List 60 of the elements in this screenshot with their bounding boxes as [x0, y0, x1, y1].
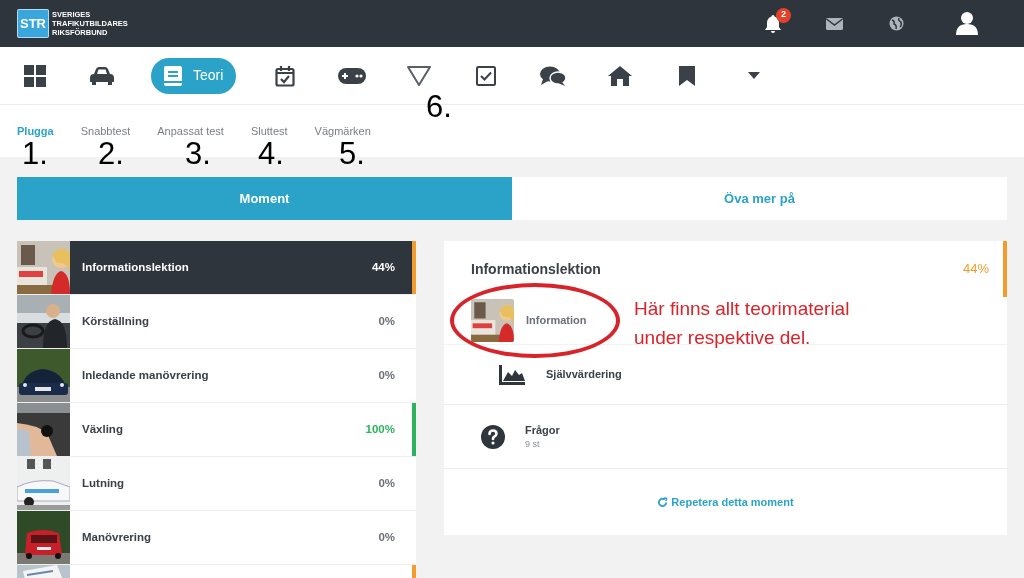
item-count: 9 st — [525, 438, 541, 451]
item-label[interactable]: Information — [526, 312, 587, 329]
moment-title: Inledande manövrering — [82, 367, 209, 383]
yield-sign-icon — [406, 64, 433, 87]
annotation-number: 6. — [426, 91, 452, 122]
calendar-check-icon — [275, 64, 296, 87]
moment-row[interactable]: Lutning 0% — [17, 457, 416, 510]
home-icon — [608, 65, 633, 86]
annotation-number: 3. — [185, 138, 211, 169]
gamepad-icon — [338, 67, 367, 84]
moment-percent: 100% — [365, 421, 395, 437]
moment-percent: 0% — [378, 313, 395, 329]
notification-badge: 2 — [776, 7, 791, 23]
mail-icon — [825, 17, 843, 30]
moment-title: Lutning — [82, 475, 125, 491]
annotation-number: 2. — [98, 138, 124, 169]
item-label[interactable]: Frågor — [525, 421, 560, 438]
detail-percent: 44% — [962, 260, 989, 279]
moment-percent: 44% — [371, 259, 395, 275]
segment-tab[interactable]: Moment — [17, 177, 512, 220]
logo-mark: STR — [17, 9, 49, 38]
car-icon — [90, 66, 114, 85]
subtab[interactable]: Plugga — [17, 122, 54, 140]
moment-title: Informationslektion — [82, 259, 189, 275]
bell-icon — [765, 14, 781, 33]
subtab[interactable]: Sluttest — [250, 122, 288, 140]
moment-percent: 0% — [378, 529, 395, 545]
user-icon — [956, 12, 978, 35]
book-icon — [164, 65, 182, 86]
annotation-number: 4. — [258, 138, 284, 169]
moment-title: Växling — [82, 421, 123, 437]
annotation-note: under respektive del. — [634, 326, 812, 350]
subtab[interactable]: Snabbtest — [80, 122, 131, 140]
grid-icon — [24, 64, 46, 87]
moment-title: Manövrering — [82, 529, 151, 545]
moment-percent: 0% — [378, 475, 395, 491]
item-label[interactable]: Självvärdering — [546, 366, 622, 383]
bookmark-icon — [679, 65, 696, 86]
moment-percent: 0% — [378, 367, 395, 383]
moment-row[interactable]: Informationslektion 44% — [17, 241, 416, 294]
annotation-note: Här finns allt teorimaterial — [634, 297, 850, 321]
globe-icon — [888, 16, 904, 31]
question-icon — [481, 424, 505, 449]
moment-title: Körställning — [82, 313, 150, 329]
refresh-icon — [657, 496, 669, 508]
caret-icon — [748, 72, 761, 79]
nav-tab[interactable]: Teori — [151, 57, 237, 94]
repeat-link[interactable]: Repetera detta moment — [657, 493, 794, 511]
subtab[interactable]: Anpassat test — [157, 122, 224, 140]
annotation-number: 1. — [22, 138, 48, 169]
segment-tab[interactable]: Öva mer på — [512, 177, 1007, 220]
moment-row[interactable]: Växling 100% — [17, 403, 416, 456]
moment-row[interactable]: Inledande manövrering 0% — [17, 349, 416, 402]
annotation-number: 5. — [339, 138, 365, 169]
area-chart-icon — [499, 364, 525, 385]
subtab[interactable]: Vägmärken — [314, 122, 371, 140]
detail-title: Informationslektion — [471, 259, 601, 279]
checkbox-icon — [476, 65, 497, 86]
chat-icon — [540, 65, 567, 86]
moment-row[interactable]: Körställning 0% — [17, 295, 416, 348]
